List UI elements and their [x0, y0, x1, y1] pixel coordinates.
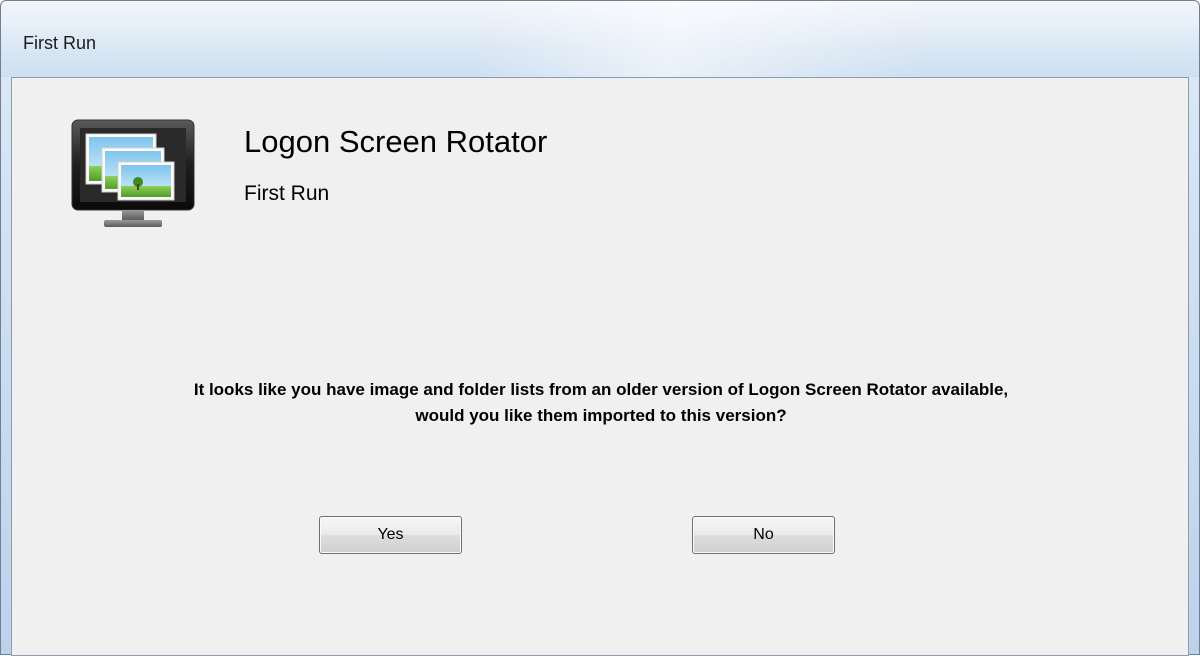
message-line-2: would you like them imported to this ver… [415, 406, 787, 425]
page-subtitle: First Run [244, 182, 330, 205]
window-title: First Run [23, 33, 97, 53]
yes-button[interactable]: Yes [319, 516, 462, 554]
dialog-window: First Run Logon Screen Rotator First Run… [0, 0, 1200, 656]
dialog-content: Logon Screen Rotator First Run It looks … [11, 77, 1189, 656]
app-title: Logon Screen Rotator [244, 124, 548, 159]
monitor-with-pictures-icon [71, 119, 195, 227]
title-bar[interactable]: First Run [1, 1, 1199, 77]
no-button[interactable]: No [692, 516, 835, 554]
message-line-1: It looks like you have image and folder … [193, 380, 1009, 399]
import-prompt-message: It looks like you have image and folder … [32, 377, 1170, 429]
